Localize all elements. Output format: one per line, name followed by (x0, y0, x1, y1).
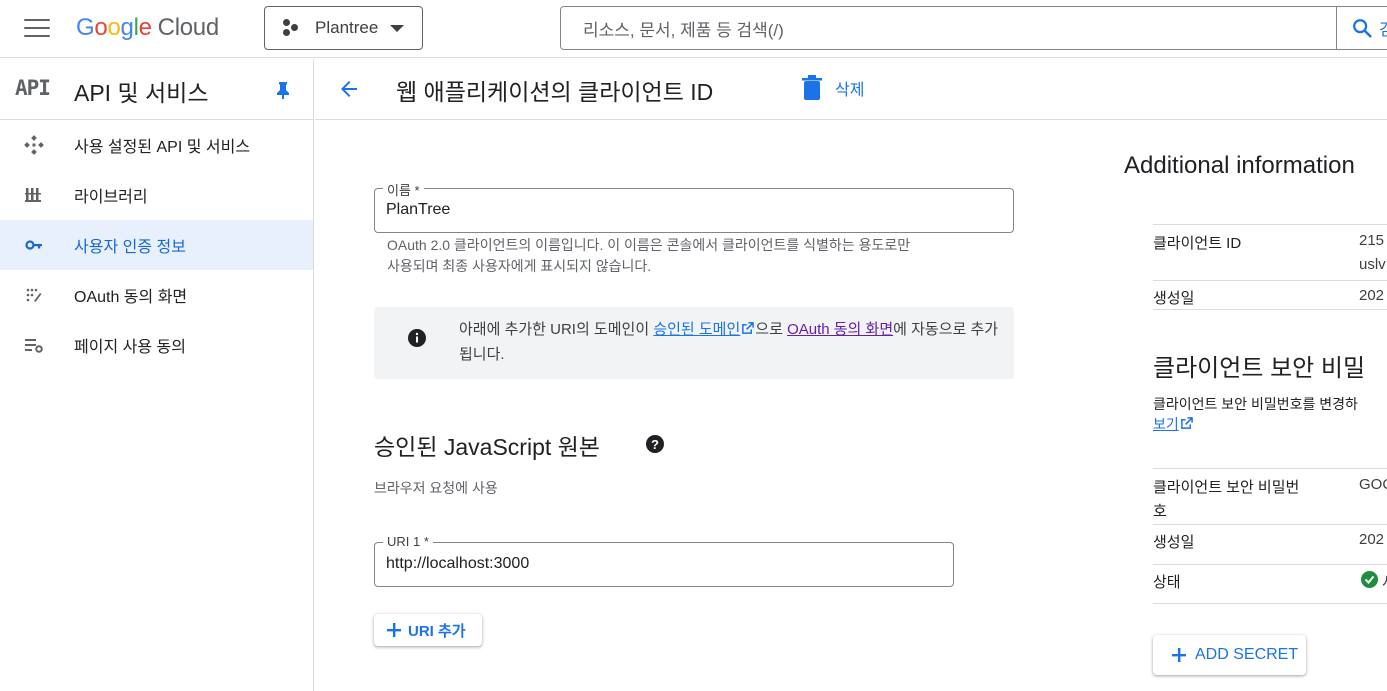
help-icon[interactable]: ? (645, 434, 665, 454)
client-secret-title: 클라이언트 보안 비밀 (1153, 355, 1366, 382)
sidebar-item-oauth-consent[interactable]: OAuth 동의 화면 (0, 270, 313, 320)
add-secret-label: ADD SECRET (1195, 646, 1299, 663)
plus-icon (1172, 648, 1186, 662)
name-hint-line: OAuth 2.0 클라이언트의 이름입니다. 이 이름은 콘솔에서 클라이언트… (387, 237, 911, 253)
logo-letter: G (76, 14, 95, 41)
view-link[interactable]: 보기 (1153, 414, 1194, 434)
content-header: 웹 애플리케이션의 클라이언트 ID 삭제 (315, 59, 1387, 120)
status-value: 사 (1382, 571, 1387, 592)
search-input[interactable]: 리소스, 문서, 제품 등 검색(/) (560, 6, 1387, 50)
external-link-icon (1180, 417, 1193, 429)
search-placeholder: 리소스, 문서, 제품 등 검색(/) (583, 20, 784, 40)
google-cloud-logo[interactable]: Google Cloud (76, 14, 219, 42)
sidebar-item-label: 사용 설정된 API 및 서비스 (74, 139, 251, 156)
uri-field-value: http://localhost:3000 (386, 555, 530, 572)
delete-button-label: 삭제 (835, 82, 865, 99)
info-banner-text: 아래에 추가한 URI의 도메인이 승인된 도메인 으로 OAuth 동의 화면에… (459, 317, 999, 367)
authorized-domains-link[interactable]: 승인된 도메인 (653, 321, 740, 338)
logo-letter: o (94, 14, 108, 41)
client-id-value: 215 (1359, 232, 1385, 249)
diamond-dots-icon (24, 135, 44, 155)
oauth-consent-link[interactable]: OAuth 동의 화면 (787, 321, 893, 338)
secret-created-row: 생성일 202 (1153, 524, 1387, 564)
name-hint-line: 사용되며 최종 사용자에게 표시되지 않습니다. (387, 258, 652, 274)
project-icon (283, 19, 303, 37)
search-button-label: 검 (1379, 22, 1387, 39)
secret-value: GOC (1359, 476, 1387, 493)
sidebar-item-credentials[interactable]: 사용자 인증 정보 (0, 220, 313, 270)
sidebar-item-label: 라이브러리 (74, 189, 148, 206)
library-icon (25, 188, 41, 202)
sidebar-item-page-usage[interactable]: 페이지 사용 동의 (0, 320, 313, 370)
info-icon (408, 329, 426, 347)
created-row: 생성일 202 (1153, 280, 1387, 310)
uri-field[interactable]: URI 1 * http://localhost:3000 (374, 534, 954, 587)
view-link-label: 보기 (1153, 416, 1179, 432)
client-id-row: 클라이언트 ID 215 uslv (1153, 224, 1387, 280)
name-hint: OAuth 2.0 클라이언트의 이름입니다. 이 이름은 콘솔에서 클라이언트… (387, 235, 910, 277)
page-title: 웹 애플리케이션의 클라이언트 ID (396, 79, 714, 105)
plus-icon (387, 623, 401, 637)
sidebar-title: API 및 서비스 (74, 80, 209, 106)
logo-letter: o (107, 14, 121, 41)
sidebar: API API 및 서비스 사용 설정된 API 및 서비스 라이브러리 사용자… (0, 59, 314, 691)
check-circle-icon (1361, 571, 1378, 588)
name-field[interactable]: 이름 * PlanTree (374, 180, 1014, 233)
add-uri-button[interactable]: URI 추가 (374, 614, 482, 646)
settings-list-icon (25, 339, 43, 353)
sidebar-item-library[interactable]: 라이브러리 (0, 170, 313, 220)
sidebar-item-label: 사용자 인증 정보 (74, 239, 186, 256)
uri-field-label: URI 1 * (383, 534, 433, 549)
logo-letter: e (138, 14, 152, 41)
external-link-icon (742, 322, 755, 334)
sidebar-item-enabled-apis[interactable]: 사용 설정된 API 및 서비스 (0, 120, 313, 170)
secret-key-cont: 호 (1153, 503, 1167, 520)
api-badge-icon: API (15, 76, 51, 100)
section-hint: 브라우저 요청에 사용 (374, 480, 498, 496)
secret-key: 클라이언트 보안 비밀번 (1153, 479, 1300, 496)
svg-text:?: ? (651, 437, 659, 452)
sidebar-header: API API 및 서비스 (0, 59, 313, 120)
consent-dots-icon (26, 288, 42, 302)
sidebar-item-label: OAuth 동의 화면 (74, 289, 188, 306)
key-icon (25, 240, 42, 250)
info-text-part: 으로 (755, 321, 788, 338)
additional-info-title: Additional information (1124, 152, 1355, 179)
sidebar-item-label: 페이지 사용 동의 (74, 339, 186, 356)
info-banner: 아래에 추가한 URI의 도메인이 승인된 도메인 으로 OAuth 동의 화면에… (374, 307, 1014, 379)
secret-created-key: 생성일 (1153, 534, 1195, 551)
delete-button[interactable]: 삭제 (801, 75, 864, 101)
status-key: 상태 (1153, 574, 1181, 591)
trash-icon (802, 75, 822, 100)
back-arrow-icon[interactable] (337, 77, 361, 101)
secret-created-value: 202 (1359, 531, 1385, 548)
secret-row: 클라이언트 보안 비밀번 호 GOC (1153, 468, 1387, 524)
logo-letter: g (120, 14, 134, 41)
pin-icon[interactable] (276, 81, 290, 99)
search-button[interactable]: 검 (1336, 6, 1387, 50)
info-text-part: 아래에 추가한 URI의 도메인이 (459, 321, 654, 338)
status-row: 상태 사 (1153, 564, 1387, 604)
add-secret-button[interactable]: ADD SECRET (1153, 635, 1306, 675)
created-key: 생성일 (1153, 290, 1195, 307)
top-bar: Google Cloud Plantree 리소스, 문서, 제품 등 검색(/)… (0, 0, 1387, 58)
project-name: Plantree (315, 18, 379, 37)
client-id-key: 클라이언트 ID (1153, 235, 1242, 252)
client-secret-desc: 클라이언트 보안 비밀번호를 변경하 (1153, 396, 1358, 412)
add-uri-label: URI 추가 (408, 622, 466, 640)
name-field-label: 이름 * (383, 180, 424, 199)
logo-suffix: Cloud (157, 14, 220, 41)
created-value: 202 (1359, 287, 1385, 304)
menu-icon[interactable] (24, 19, 50, 39)
project-picker[interactable]: Plantree (264, 6, 423, 50)
section-title: 승인된 JavaScript 원본 (374, 434, 600, 460)
search-icon (1353, 19, 1372, 38)
chevron-down-icon (390, 25, 404, 32)
name-field-value: PlanTree (386, 201, 451, 218)
client-id-value-cont: uslv (1359, 256, 1386, 273)
